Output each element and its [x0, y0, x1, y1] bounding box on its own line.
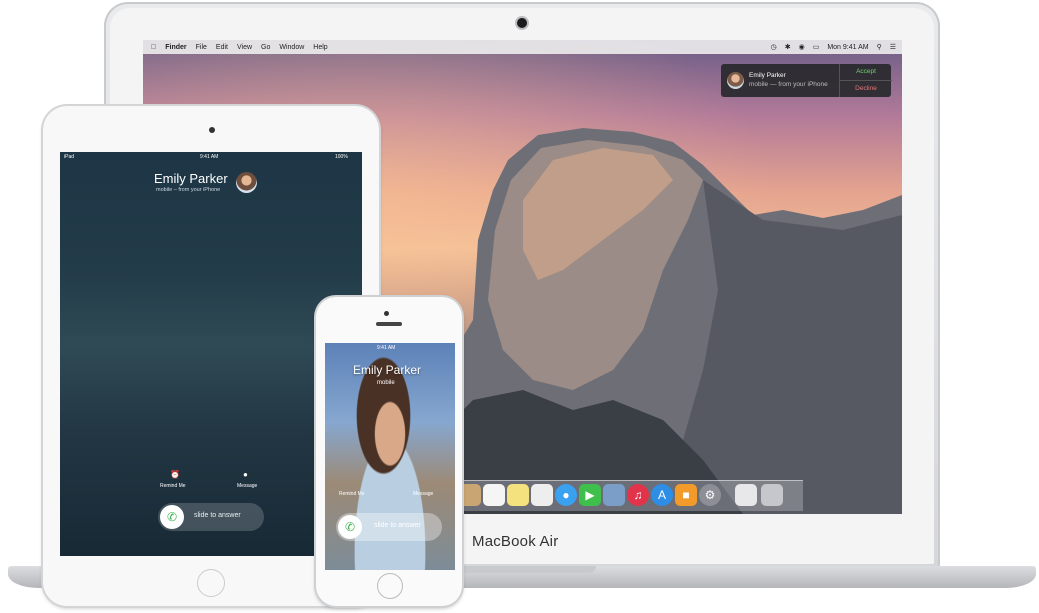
- alarm-clock-icon[interactable]: ⏰: [170, 470, 180, 479]
- wifi-icon[interactable]: ◉: [799, 43, 805, 51]
- facetime-icon[interactable]: ▶: [579, 484, 601, 506]
- menu-bar:  Finder File Edit View Go Window Help ◷…: [143, 40, 902, 54]
- notification-subtitle: mobile — from your iPhone: [749, 81, 828, 88]
- menu-view[interactable]: View: [237, 44, 252, 51]
- iphone-slide-label: slide to answer: [374, 522, 421, 529]
- caller-avatar: [727, 72, 744, 89]
- ipad-home-button[interactable]: [197, 569, 225, 597]
- macbook-camera: [517, 18, 527, 28]
- ipad-caller-subtitle: mobile – from your iPhone: [156, 187, 221, 193]
- iphone-camera: [384, 311, 389, 316]
- macbook-notch: [448, 566, 596, 573]
- contacts-icon[interactable]: [459, 484, 481, 506]
- photos-icon[interactable]: [603, 484, 625, 506]
- accept-button[interactable]: Accept: [839, 64, 892, 81]
- iphone-caller-subtitle: mobile: [377, 380, 395, 386]
- ibooks-icon[interactable]: ■: [675, 484, 697, 506]
- menu-clock[interactable]: Mon 9:41 AM: [827, 44, 868, 51]
- iphone-message-label[interactable]: Message: [413, 491, 433, 497]
- notes-icon[interactable]: [507, 484, 529, 506]
- ipad-caller-avatar: [236, 172, 257, 193]
- notification-caller: Emily Parker: [749, 72, 786, 79]
- phone-icon[interactable]: ✆: [160, 505, 184, 529]
- messages-icon[interactable]: ●: [555, 484, 577, 506]
- search-icon[interactable]: ⚲: [877, 43, 882, 51]
- iphone-status-time: 9:41 AM: [377, 345, 396, 351]
- call-notification: Emily Parker mobile — from your iPhone A…: [721, 64, 892, 97]
- ipad-slide-label: slide to answer: [194, 512, 241, 519]
- menu-help[interactable]: Help: [313, 44, 327, 51]
- preview-icon[interactable]: [735, 484, 757, 506]
- ipad-status-carrier: iPad: [64, 154, 75, 160]
- remind-me-label[interactable]: Remind Me: [160, 483, 186, 489]
- message-bubble-icon[interactable]: ●: [243, 470, 248, 479]
- menu-edit[interactable]: Edit: [216, 44, 228, 51]
- ipad-camera: [209, 127, 215, 133]
- menu-app-finder[interactable]: Finder: [165, 44, 186, 51]
- decline-button[interactable]: Decline: [839, 81, 892, 97]
- list-icon[interactable]: ☰: [890, 43, 896, 51]
- reminders-icon[interactable]: [531, 484, 553, 506]
- iphone-slide-to-answer[interactable]: ✆ slide to answer: [336, 513, 442, 541]
- menu-go[interactable]: Go: [261, 44, 270, 51]
- time-machine-icon[interactable]: ◷: [771, 43, 777, 51]
- ipad-status-battery: 100%: [335, 154, 348, 160]
- system-preferences-icon[interactable]: ⚙: [699, 484, 721, 506]
- macbook-brand-label: MacBook Air: [472, 533, 559, 550]
- iphone-remind-me-label[interactable]: Remind Me: [339, 491, 365, 497]
- message-label[interactable]: Message: [237, 483, 257, 489]
- ipad-slide-to-answer[interactable]: ✆ slide to answer: [158, 503, 264, 531]
- ipad-status-time: 9:41 AM: [200, 154, 219, 160]
- battery-icon[interactable]: ▭: [813, 43, 820, 51]
- ipad-caller-name: Emily Parker: [154, 171, 228, 186]
- iphone-phone-icon[interactable]: ✆: [338, 515, 362, 539]
- itunes-icon[interactable]: ♫: [627, 484, 649, 506]
- app-store-icon[interactable]: A: [651, 484, 673, 506]
- apple-icon[interactable]: : [151, 44, 156, 51]
- iphone-home-button[interactable]: [377, 573, 403, 599]
- iphone-speaker: [376, 322, 402, 326]
- iphone-caller-name: Emily Parker: [353, 363, 422, 377]
- bluetooth-icon[interactable]: ✱: [785, 43, 791, 51]
- menu-file[interactable]: File: [196, 44, 207, 51]
- trash-icon[interactable]: [761, 484, 783, 506]
- menu-window[interactable]: Window: [279, 44, 304, 51]
- dock: ● ▶ ♫ A ■ ⚙: [453, 480, 803, 511]
- iphone-screen: 9:41 AM Emily Parker mobile Remind Me Me…: [325, 343, 455, 570]
- calendar-icon[interactable]: [483, 484, 505, 506]
